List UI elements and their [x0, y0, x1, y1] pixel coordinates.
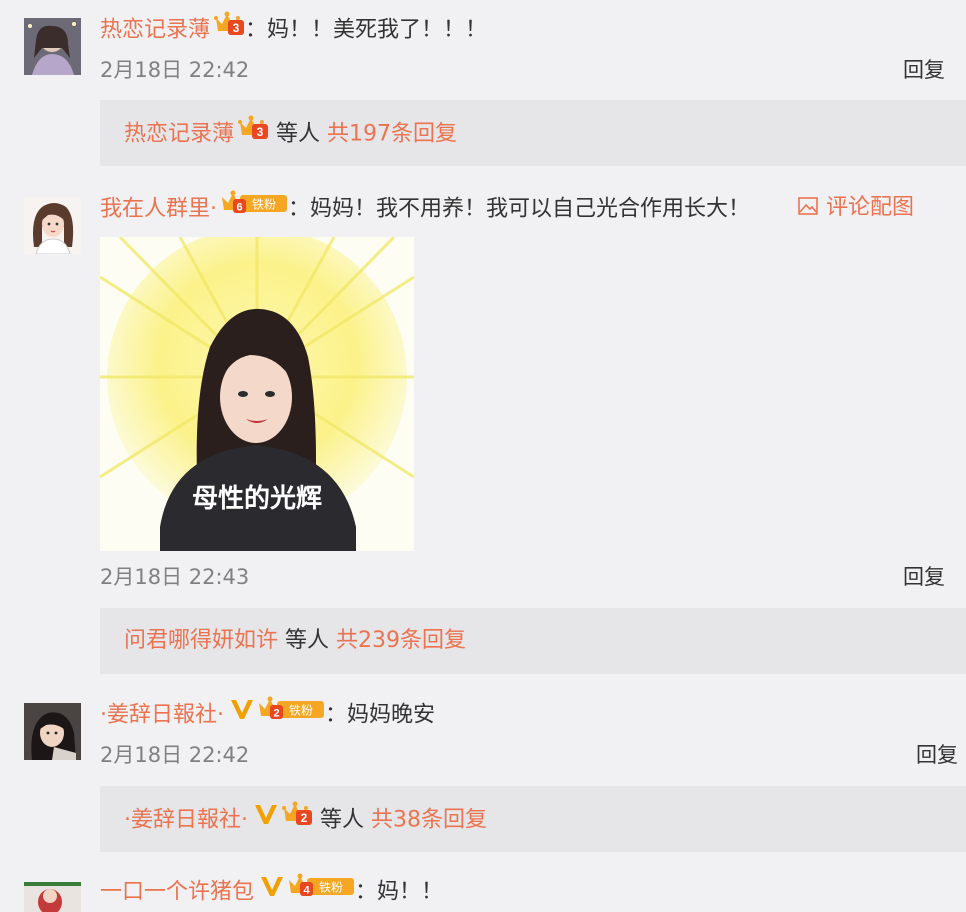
image-caption: 母性的光辉 — [192, 483, 322, 514]
fan-badge-icon[interactable]: 铁粉 2 — [257, 695, 325, 732]
sub-replies-box[interactable]: ·姜辞日報社· 2 等人 共38条回复 — [100, 786, 966, 852]
svg-text:2: 2 — [301, 811, 308, 825]
avatar[interactable] — [24, 197, 81, 254]
crown-badge-icon[interactable]: 3 — [213, 10, 245, 47]
sub-replies-box[interactable]: 问君哪得妍如许 等人 共239条回复 — [100, 608, 966, 674]
reply-count-link[interactable]: 共38条回复 — [371, 808, 487, 833]
svg-text:6: 6 — [236, 202, 242, 214]
username-link[interactable]: ·姜辞日報社· — [100, 703, 224, 728]
comment-image[interactable]: 母性的光辉 — [100, 237, 414, 551]
timestamp: 2月18日 22:43 — [100, 565, 250, 589]
comment-picture-button[interactable]: 评论配图 — [798, 191, 914, 225]
reply-count-link[interactable]: 共239条回复 — [336, 628, 466, 653]
sub-reply-username[interactable]: 热恋记录薄 — [124, 122, 234, 147]
svg-text:2: 2 — [273, 708, 279, 720]
username-link[interactable]: 热恋记录薄 — [100, 18, 210, 43]
comment-line: 我在人群里· 铁粉 6 ：妈妈！我不用养！我可以自己光合作用长大！ — [100, 189, 751, 226]
verified-v-icon — [254, 802, 278, 836]
svg-text:铁粉: 铁粉 — [289, 704, 313, 718]
username-link[interactable]: 我在人群里· — [100, 197, 217, 222]
avatar[interactable] — [24, 703, 81, 760]
comment-text: 妈妈晚安 — [347, 702, 436, 728]
comment-line: 一口一个许猪包 铁粉 4 ：妈！！ — [100, 872, 444, 909]
timestamp: 2月18日 22:42 — [100, 58, 250, 82]
comment-text: 妈妈！我不用养！我可以自己光合作用长大！ — [310, 196, 751, 222]
comment-line: ·姜辞日報社· 铁粉 2 ：妈妈晚安 — [100, 695, 436, 732]
fan-badge-icon[interactable]: 铁粉 6 — [220, 189, 288, 226]
svg-text:铁粉: 铁粉 — [252, 198, 276, 212]
verified-v-icon[interactable] — [230, 697, 254, 731]
sub-reply-username[interactable]: 问君哪得妍如许 — [124, 628, 278, 653]
sub-replies-box[interactable]: 热恋记录薄 3 等人 共197条回复 — [100, 100, 966, 166]
image-icon — [798, 197, 818, 215]
crown-badge-icon: 2 — [281, 800, 313, 837]
reply-button[interactable]: 回复 — [916, 740, 958, 770]
avatar[interactable] — [24, 18, 81, 75]
timestamp: 2月18日 22:42 — [100, 743, 250, 767]
username-link[interactable]: 一口一个许猪包 — [100, 880, 254, 905]
avatar[interactable] — [24, 882, 81, 912]
reply-button[interactable]: 回复 — [903, 562, 945, 592]
reply-count-link[interactable]: 共197条回复 — [327, 122, 457, 147]
crown-badge-icon: 3 — [237, 114, 269, 151]
fan-badge-icon[interactable]: 铁粉 4 — [287, 872, 355, 909]
svg-text:4: 4 — [303, 885, 310, 897]
comment-text: 妈！！美死我了！！！ — [267, 17, 488, 43]
svg-text:3: 3 — [257, 125, 264, 139]
sub-reply-username[interactable]: ·姜辞日報社· — [124, 808, 248, 833]
svg-text:3: 3 — [233, 21, 240, 35]
comment-text: 妈！！ — [377, 879, 444, 905]
reply-button[interactable]: 回复 — [903, 55, 945, 85]
comment-line: 热恋记录薄 3 ：妈！！美死我了！！！ — [100, 10, 488, 47]
svg-text:铁粉: 铁粉 — [319, 881, 343, 895]
verified-v-icon[interactable] — [260, 874, 284, 908]
